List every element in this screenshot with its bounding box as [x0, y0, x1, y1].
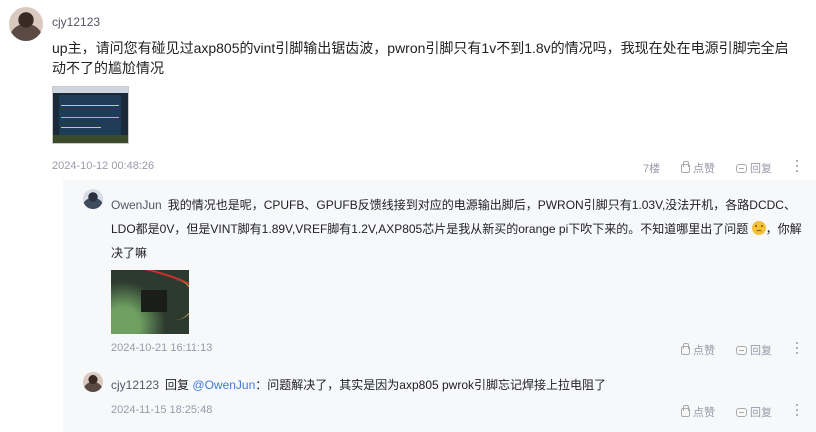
- reply-button[interactable]: 回复: [736, 404, 772, 420]
- avatar[interactable]: [83, 372, 103, 392]
- reply-text: ：问题解决了，其实是因为axp805 pwrok引脚忘记焊接上拉电阻了: [255, 378, 607, 392]
- circuit-board-image[interactable]: [111, 270, 189, 334]
- comment-icon: [736, 407, 747, 417]
- comment-body: up主，请问您有碰见过axp805的vint引脚输出锯齿波，pwron引脚只有1…: [52, 40, 789, 76]
- like-button[interactable]: 点赞: [681, 404, 715, 420]
- oscilloscope-image[interactable]: [52, 86, 129, 144]
- comment-timestamp: 2024-10-12 00:48:26: [52, 160, 155, 172]
- reply-text: 我的情况也是呢，CPUFB、GPUFB反馈线接到对应的电源输出脚后，PWRON引…: [111, 198, 796, 236]
- more-button[interactable]: [795, 342, 799, 354]
- reply-body: cjy12123 回复 @OwenJun：问题解决了，其实是因为axp805 pw…: [111, 376, 606, 393]
- avatar[interactable]: [83, 189, 103, 209]
- thumbs-up-icon: [681, 342, 690, 355]
- reply-username[interactable]: cjy12123: [111, 378, 159, 392]
- reply-button[interactable]: 回复: [736, 342, 772, 358]
- avatar[interactable]: [9, 7, 43, 41]
- comment-icon: [736, 345, 747, 355]
- more-vertical-icon: [795, 160, 799, 172]
- mention-link[interactable]: @OwenJun: [192, 378, 255, 392]
- thumbs-up-icon: [681, 160, 690, 173]
- comment-icon: [736, 163, 747, 173]
- reply-word: 回复: [165, 378, 190, 392]
- reply-body: OwenJun 我的情况也是呢，CPUFB、GPUFB反馈线接到对应的电源输出脚后…: [111, 193, 806, 265]
- reply-timestamp: 2024-11-15 18:25:48: [111, 404, 213, 416]
- like-button[interactable]: 点赞: [681, 160, 715, 176]
- like-button[interactable]: 点赞: [681, 342, 715, 358]
- more-button[interactable]: [795, 404, 799, 416]
- reply-button[interactable]: 回复: [736, 160, 772, 176]
- sad-emoji-icon: [751, 221, 766, 235]
- reply-label: 回复: [750, 407, 772, 419]
- more-button[interactable]: [795, 160, 799, 172]
- reply-label: 回复: [750, 163, 772, 175]
- reply-username[interactable]: OwenJun: [111, 198, 162, 212]
- reply-label: 回复: [750, 345, 772, 357]
- like-label: 点赞: [693, 407, 715, 419]
- comment-thread: cjy12123 up主，请问您有碰见过axp805的vint引脚输出锯齿波，p…: [0, 0, 816, 432]
- comment-username[interactable]: cjy12123: [52, 15, 100, 29]
- thumbs-up-icon: [681, 404, 690, 417]
- reply-timestamp: 2024-10-21 16:11:13: [111, 342, 213, 354]
- more-vertical-icon: [795, 342, 799, 354]
- floor-number: 7楼: [643, 163, 661, 175]
- like-label: 点赞: [693, 345, 715, 357]
- like-label: 点赞: [693, 163, 715, 175]
- more-vertical-icon: [795, 404, 799, 416]
